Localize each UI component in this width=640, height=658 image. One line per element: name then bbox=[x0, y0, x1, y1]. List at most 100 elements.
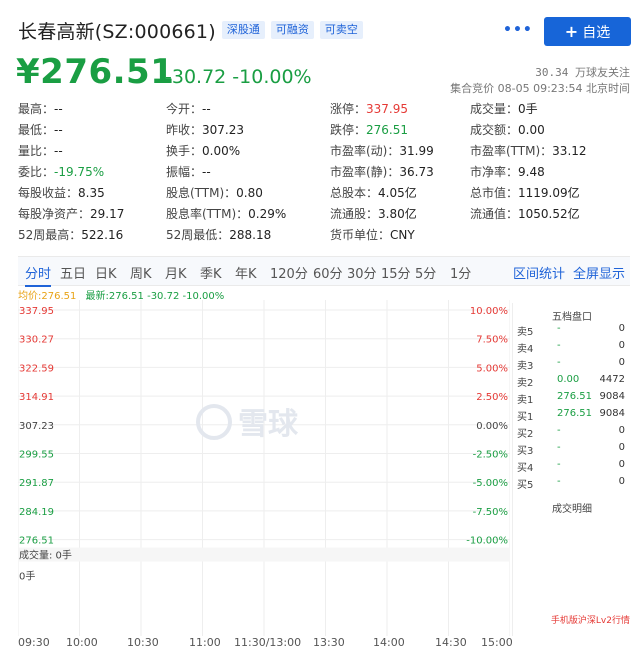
x-tick: 14:00 bbox=[373, 636, 405, 649]
stat-label: 每股收益： bbox=[18, 186, 79, 200]
tab-period[interactable]: 15分 bbox=[381, 263, 411, 282]
order-qty: 4472 bbox=[599, 374, 625, 385]
tag-margin[interactable]: 可融资 bbox=[270, 21, 314, 39]
trade-detail-title[interactable]: 成交明细 bbox=[513, 500, 631, 515]
stat-value: 3.80亿 bbox=[378, 207, 417, 221]
x-tick: 15:00 bbox=[481, 636, 513, 649]
volume-header-band bbox=[18, 547, 510, 562]
order-price: 0.00 bbox=[557, 374, 580, 385]
stat-item: 市盈率(动)：31.99 bbox=[330, 142, 434, 159]
tab-period[interactable]: 30分 bbox=[347, 263, 377, 282]
stat-item: 总股本：4.05亿 bbox=[330, 184, 417, 201]
stat-label: 换手： bbox=[166, 144, 203, 158]
change-amount: -30.72 bbox=[165, 66, 227, 88]
order-book-title: 五档盘口 bbox=[552, 312, 592, 323]
stat-value: 36.73 bbox=[399, 165, 434, 179]
stat-label: 成交额： bbox=[470, 123, 519, 137]
current-price: ¥276.51 bbox=[16, 52, 175, 92]
stat-item: 昨收：307.23 bbox=[166, 121, 244, 138]
stat-item: 总市值：1119.09亿 bbox=[470, 184, 580, 201]
x-tick: 11:00 bbox=[189, 636, 221, 649]
tab-period[interactable]: 月K bbox=[165, 263, 187, 282]
stat-item: 每股收益：8.35 bbox=[18, 184, 105, 201]
order-level: 卖2 bbox=[517, 378, 534, 389]
order-price: 276.51 bbox=[557, 391, 592, 402]
stat-item: 股息率(TTM)：0.29% bbox=[166, 205, 286, 222]
tag-hk-connect[interactable]: 深股通 bbox=[221, 21, 265, 39]
stat-item: 换手：0.00% bbox=[166, 142, 240, 159]
stat-label: 市盈率(TTM)： bbox=[470, 144, 553, 158]
y-tick-left: 330.27 bbox=[19, 335, 54, 346]
fullscreen-link[interactable]: 全屏显示 bbox=[573, 263, 625, 282]
followers-note: 30.34 万球友关注 bbox=[535, 66, 630, 79]
tag-short[interactable]: 可卖空 bbox=[319, 21, 363, 39]
order-price: - bbox=[557, 442, 561, 453]
lv2-note[interactable]: 手机版沪深Lv2行情 bbox=[551, 613, 630, 626]
order-book-row: 卖2 0.00 4472 bbox=[517, 374, 629, 390]
order-level: 买2 bbox=[517, 429, 534, 440]
order-level: 卖4 bbox=[517, 344, 534, 355]
stat-label: 市盈率(静)： bbox=[330, 165, 400, 179]
stat-value: 29.17 bbox=[90, 207, 125, 221]
stat-item: 货币单位：CNY bbox=[330, 226, 415, 243]
x-tick: 09:30 bbox=[18, 636, 50, 649]
stat-label: 今开： bbox=[166, 102, 203, 116]
watermark-text: 雪球 bbox=[238, 407, 299, 442]
stat-label: 流通股： bbox=[330, 207, 379, 221]
stat-value: -- bbox=[54, 123, 63, 137]
stat-value: -19.75% bbox=[54, 165, 105, 179]
y-tick-right: 10.00% bbox=[470, 306, 508, 317]
tab-period[interactable]: 季K bbox=[200, 263, 222, 282]
intraday-chart[interactable]: 337.95 10.00% 330.27 7.50% 322.59 5.00% 314.91… bbox=[18, 300, 510, 636]
tab-period[interactable]: 1分 bbox=[450, 263, 471, 282]
stat-label: 委比： bbox=[18, 165, 55, 179]
x-tick: 13:30 bbox=[313, 636, 345, 649]
stat-value: -- bbox=[202, 165, 211, 179]
volume-label: 成交量: 0手 bbox=[19, 549, 72, 562]
stat-label: 股息(TTM)： bbox=[166, 186, 237, 200]
tab-period[interactable]: 5分 bbox=[415, 263, 436, 282]
stat-value: 522.16 bbox=[81, 228, 124, 242]
stock-title: 长春高新(SZ:000661) bbox=[18, 20, 216, 43]
more-menu-icon[interactable]: ••• bbox=[503, 22, 533, 38]
order-price: - bbox=[557, 476, 561, 487]
x-tick: 14:30 bbox=[435, 636, 467, 649]
order-qty: 0 bbox=[618, 425, 625, 436]
order-level: 卖5 bbox=[517, 327, 534, 338]
stat-item: 市净率：9.48 bbox=[470, 163, 545, 180]
tab-period[interactable]: 60分 bbox=[313, 263, 343, 282]
stat-item: 成交额：0.00 bbox=[470, 121, 545, 138]
add-watchlist-button[interactable]: + 自选 bbox=[544, 17, 631, 46]
order-book-row: 卖3 - 0 bbox=[517, 357, 629, 373]
stat-value: CNY bbox=[390, 228, 415, 242]
stat-value: 0.00 bbox=[518, 123, 545, 137]
order-qty: 0 bbox=[618, 476, 625, 487]
order-qty: 0 bbox=[618, 442, 625, 453]
tab-period[interactable]: 周K bbox=[130, 263, 152, 282]
stat-item: 流通值：1050.52亿 bbox=[470, 205, 580, 222]
stat-item: 今开：-- bbox=[166, 100, 211, 117]
change-percent: -10.00% bbox=[232, 66, 312, 88]
order-book-row: 买1 276.51 9084 bbox=[517, 408, 629, 424]
y-tick-left: 291.87 bbox=[19, 478, 54, 489]
tab-period[interactable]: 分时 bbox=[25, 263, 52, 287]
stat-label: 成交量： bbox=[470, 102, 519, 116]
y-tick-left: 322.59 bbox=[19, 363, 54, 374]
y-tick-left: 284.19 bbox=[19, 507, 54, 518]
stat-item: 市盈率(TTM)：33.12 bbox=[470, 142, 587, 159]
stat-label: 总股本： bbox=[330, 186, 379, 200]
tab-period[interactable]: 日K bbox=[95, 263, 117, 282]
tab-period[interactable]: 年K bbox=[235, 263, 257, 282]
stat-label: 市盈率(动)： bbox=[330, 144, 400, 158]
range-stats-link[interactable]: 区间统计 bbox=[513, 263, 565, 282]
tab-period[interactable]: 120分 bbox=[270, 263, 308, 282]
stat-value: 337.95 bbox=[366, 102, 409, 116]
order-level: 卖1 bbox=[517, 395, 534, 406]
quote-time: 集合竞价 08-05 09:23:54 北京时间 bbox=[450, 82, 630, 95]
order-qty: 9084 bbox=[599, 408, 625, 419]
add-watchlist-label: 自选 bbox=[582, 24, 611, 41]
plus-icon: + bbox=[564, 22, 579, 41]
tab-period[interactable]: 五日 bbox=[60, 263, 86, 282]
y-tick-left: 314.91 bbox=[19, 392, 54, 403]
y-tick-right: 5.00% bbox=[476, 363, 508, 374]
